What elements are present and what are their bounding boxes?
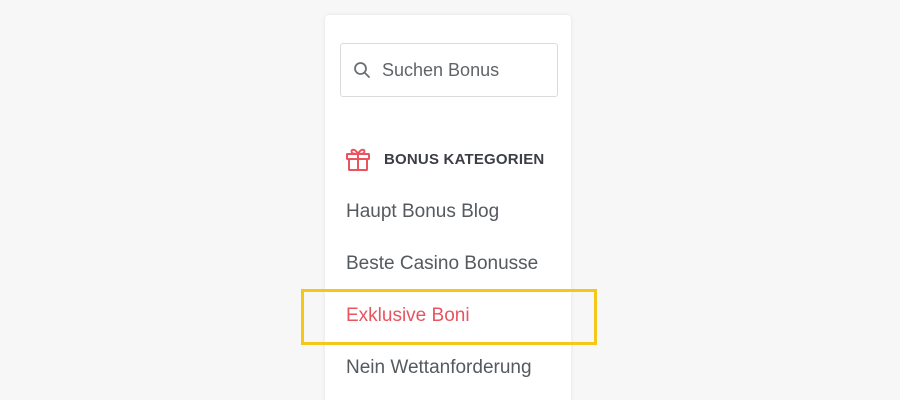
section-title: BONUS KATEGORIEN <box>384 150 545 168</box>
category-item-nein-wettanforderung[interactable]: Nein Wettanforderung <box>325 352 571 400</box>
search-input[interactable] <box>382 55 552 85</box>
bonus-categories-header: BONUS KATEGORIEN <box>345 145 544 173</box>
category-list: Haupt Bonus Blog Beste Casino Bonusse Ex… <box>325 196 571 400</box>
search-icon[interactable] <box>353 61 371 79</box>
page: BONUS KATEGORIEN Haupt Bonus Blog Beste … <box>0 0 900 400</box>
gift-icon <box>345 146 371 172</box>
category-item-haupt-bonus-blog[interactable]: Haupt Bonus Blog <box>325 196 571 248</box>
category-item-beste-casino-bonusse[interactable]: Beste Casino Bonusse <box>325 248 571 300</box>
sidebar-panel: BONUS KATEGORIEN Haupt Bonus Blog Beste … <box>325 15 571 400</box>
search-box[interactable] <box>340 43 558 97</box>
category-item-exklusive-boni[interactable]: Exklusive Boni <box>325 300 571 352</box>
